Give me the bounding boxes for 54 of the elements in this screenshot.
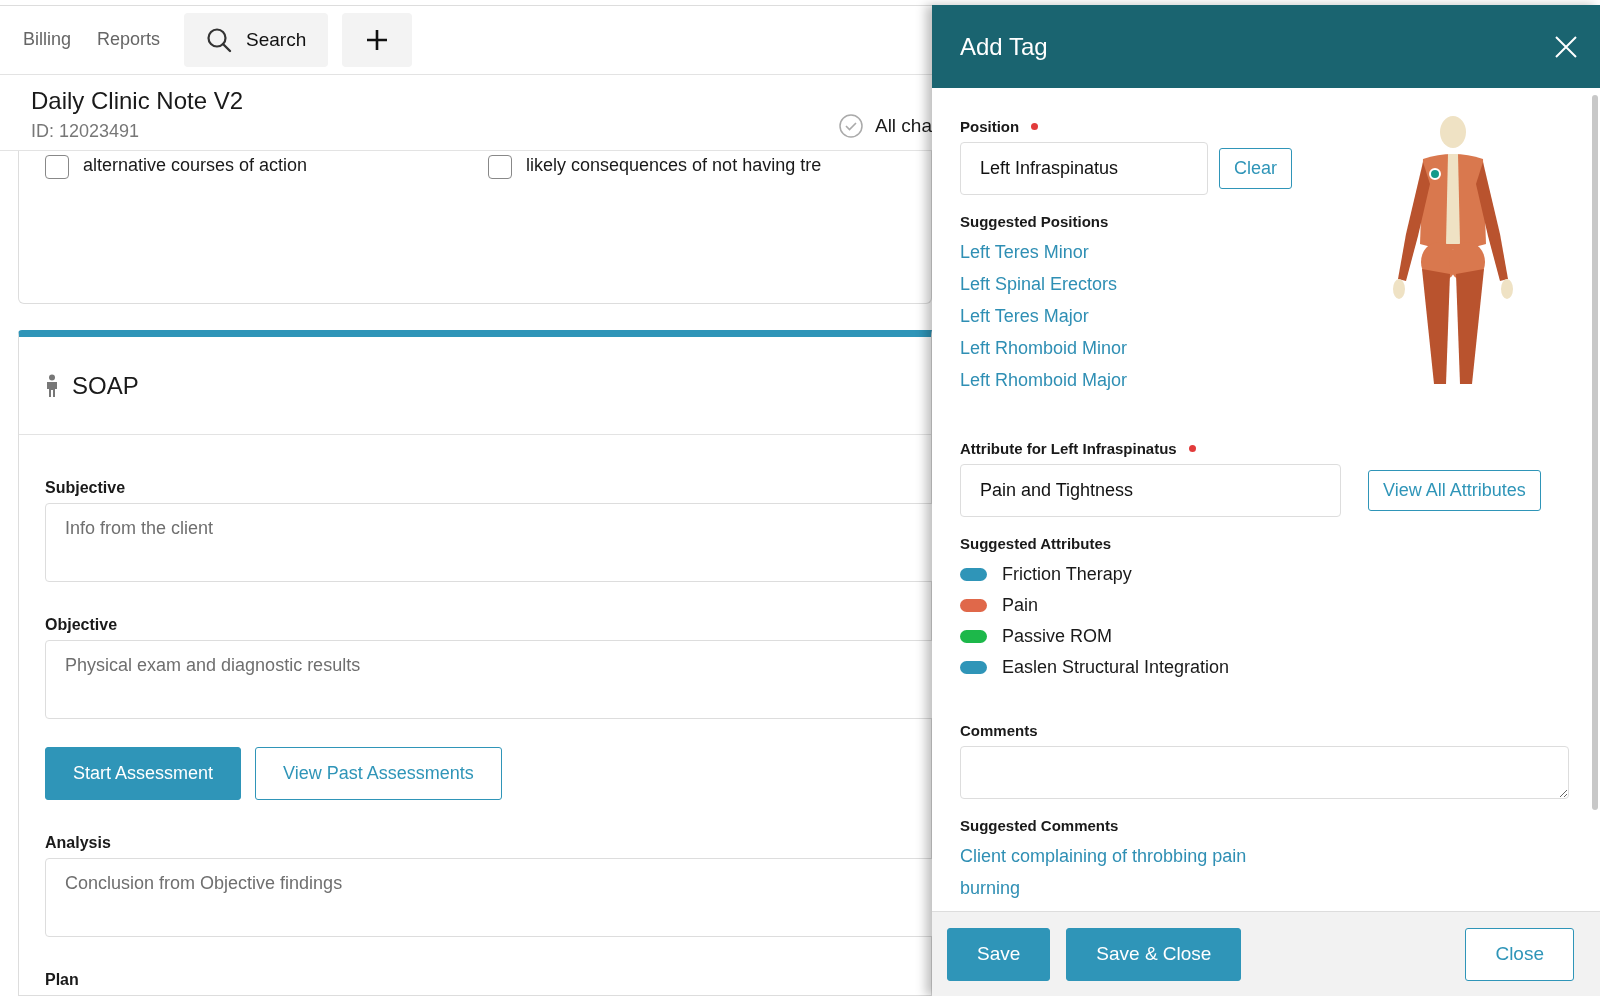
attribute-option[interactable]: Pain <box>1002 595 1039 616</box>
comment-link[interactable]: burning <box>960 878 1021 899</box>
checkbox-label: alternative courses of action <box>83 154 308 176</box>
field-label: Analysis <box>45 834 111 852</box>
primary-button[interactable]: Save <box>947 927 1051 981</box>
section-heading: Suggested Comments <box>960 817 1119 834</box>
text-area[interactable]: Conclusion from Objective findings <box>45 858 932 937</box>
person-icon <box>44 373 60 398</box>
clear-button[interactable]: Clear <box>1219 148 1292 189</box>
note-title: Daily Clinic Note V2 <box>31 86 244 115</box>
checkbox-label: likely consequences of not having tre <box>526 154 822 176</box>
view-attributes-button[interactable]: View All Attributes <box>1368 470 1541 511</box>
primary-button[interactable]: Start Assessment <box>45 747 242 800</box>
check-circle-icon <box>838 114 863 139</box>
plus-icon <box>366 28 389 51</box>
outline-button[interactable]: View Past Assessments <box>255 747 502 800</box>
attribute-option[interactable]: Friction Therapy <box>1002 564 1132 585</box>
position-link[interactable]: Left Rhomboid Minor <box>960 338 1128 359</box>
section-title: SOAP <box>72 371 139 400</box>
field-label: Comments <box>960 722 1038 739</box>
position-link[interactable]: Left Spinal Erectors <box>960 274 1118 295</box>
attribute-option[interactable]: Passive ROM <box>1002 626 1113 647</box>
search-button[interactable]: Search <box>184 12 329 67</box>
field-label: Objective <box>45 616 118 634</box>
search-icon <box>206 26 233 53</box>
close-button[interactable] <box>1554 34 1578 59</box>
field-label: Attribute for Left Infraspinatus <box>960 440 1177 457</box>
attribute-option[interactable]: Easlen Structural Integration <box>1002 657 1230 678</box>
panel-title: Add Tag <box>960 32 1048 61</box>
section-heading: Suggested Positions <box>960 213 1109 230</box>
note-id: ID: 12023491 <box>31 120 140 142</box>
field-label: Subjective <box>45 479 126 497</box>
field-label: Position <box>960 118 1020 135</box>
comments-field[interactable] <box>960 746 1569 799</box>
outline-button[interactable]: Close <box>1465 927 1574 981</box>
save-status: All cha <box>874 115 932 138</box>
field-label: Plan <box>45 971 79 989</box>
checkbox[interactable] <box>488 154 512 179</box>
nav-link[interactable]: Reports <box>97 29 161 51</box>
position-link[interactable]: Left Teres Minor <box>960 242 1089 263</box>
close-icon <box>1554 34 1578 59</box>
section-heading: Suggested Attributes <box>960 535 1112 552</box>
text-area[interactable]: Info from the client <box>45 503 932 582</box>
scrollbar[interactable] <box>1592 95 1598 810</box>
attribute-field[interactable]: Pain and Tightness <box>960 464 1341 517</box>
primary-button[interactable]: Save & Close <box>1066 927 1242 981</box>
checkbox[interactable] <box>45 154 69 179</box>
position-link[interactable]: Left Teres Major <box>960 306 1089 327</box>
position-link[interactable]: Left Rhomboid Major <box>960 370 1128 391</box>
position-field[interactable]: Left Infraspinatus <box>960 142 1208 195</box>
add-button[interactable] <box>342 12 413 67</box>
text-area[interactable]: Physical exam and diagnostic results <box>45 640 932 719</box>
nav-link[interactable]: Billing <box>23 29 72 51</box>
comment-link[interactable]: Client complaining of throbbing pain <box>960 846 1247 867</box>
